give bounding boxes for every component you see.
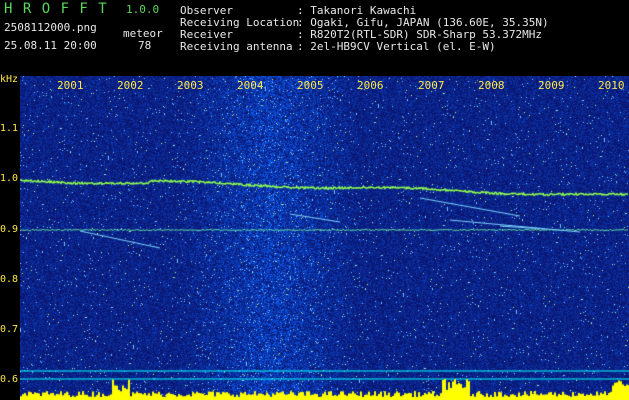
x-tick-label: 2010 [598,79,625,92]
x-tick-label: 2007 [418,79,445,92]
file-datetime: 25.08.11 20:00 [4,39,97,52]
y-tick-label: 0.6 [0,374,19,385]
antenna-label: Receiving antenna [180,40,293,53]
app-version: 1.0.0 [126,3,160,16]
x-tick-label: 2004 [237,79,264,92]
y-tick-label: 0.9 [0,224,19,235]
x-tick-label: 2006 [357,79,384,92]
y-axis: kHz 1.1 1.0 0.9 0.8 0.7 0.6 [0,74,20,400]
x-tick-label: 2009 [538,79,565,92]
spectrogram-plot [20,76,629,400]
x-tick-label: 2002 [117,79,144,92]
y-tick-label: 1.0 [0,173,19,184]
x-tick-label: 2008 [478,79,505,92]
app-title: H R O F F T [4,1,108,17]
y-tick-label: 0.8 [0,274,19,285]
y-tick-label: 0.7 [0,324,19,335]
y-tick-label: 1.1 [0,123,19,134]
meteor-count: 78 [138,39,152,52]
x-tick-label: 2003 [177,79,204,92]
x-tick-label: 2005 [297,79,324,92]
y-axis-label: kHz [0,74,19,85]
header-panel: H R O F F T 1.0.0 2508112000.png 25.08.1… [0,0,629,75]
x-tick-label: 2001 [57,79,84,92]
file-name: 2508112000.png [4,21,97,34]
antenna-value: : 2el-HB9CV Vertical (el. E-W) [297,40,496,53]
